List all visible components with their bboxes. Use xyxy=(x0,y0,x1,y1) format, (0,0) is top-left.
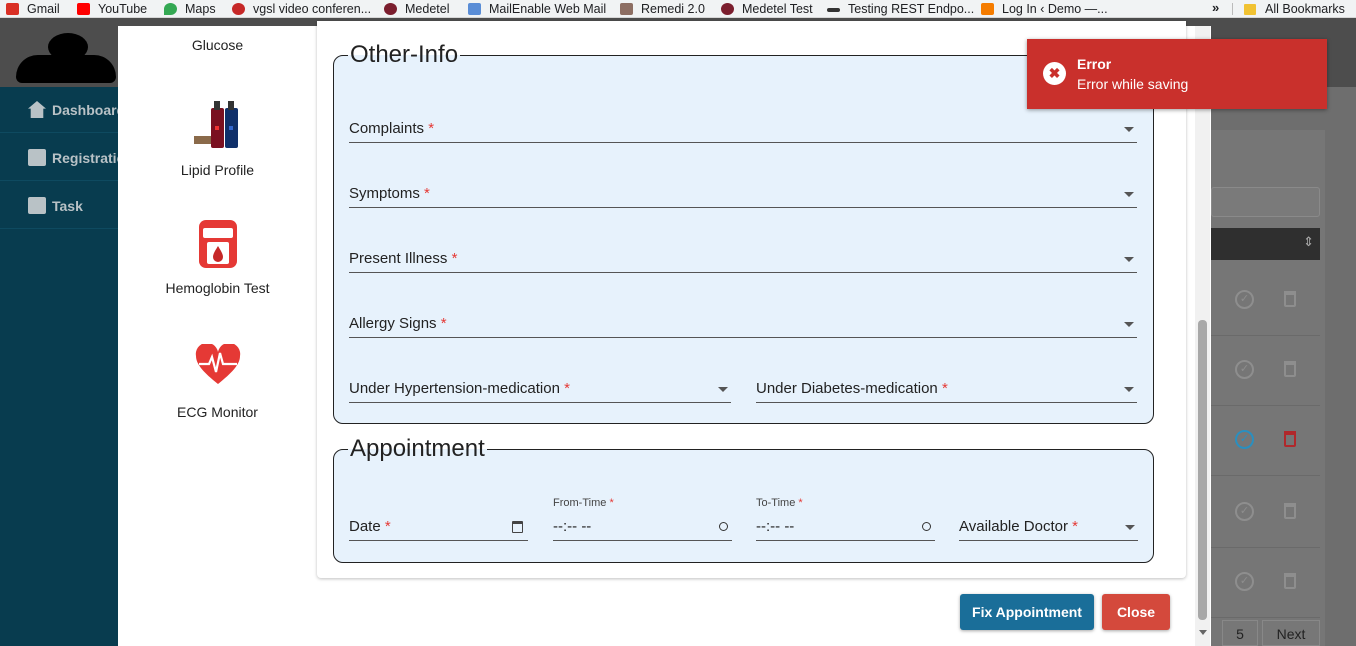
background-search-input[interactable] xyxy=(1211,187,1320,217)
heart-ecg-icon xyxy=(195,344,241,384)
date-input[interactable]: Date * xyxy=(349,515,528,541)
bookmarks-overflow-button[interactable]: » xyxy=(1212,0,1219,15)
table-row: ✓ xyxy=(1211,406,1320,476)
check-circle-icon[interactable]: ✓ xyxy=(1235,430,1254,449)
present-illness-select[interactable]: Present Illness * xyxy=(349,247,1137,273)
folder-icon xyxy=(1244,3,1256,15)
appointment-section: Appointment Date * From-Time * --:-- -- … xyxy=(333,435,1154,563)
trash-icon[interactable] xyxy=(1284,431,1296,447)
hypertension-medication-select[interactable]: Under Hypertension-medication * xyxy=(349,377,731,403)
sidebar-item-dashboard[interactable]: Dashboard xyxy=(0,87,118,133)
from-time-label: From-Time * xyxy=(553,497,614,509)
appointment-legend: Appointment xyxy=(350,435,485,462)
chevron-down-icon xyxy=(1124,127,1134,132)
chevron-down-icon xyxy=(1125,525,1135,530)
vgsl-icon xyxy=(232,3,245,15)
to-time-input[interactable]: --:-- -- xyxy=(756,515,935,541)
mail-icon xyxy=(468,3,481,15)
test-ecg-monitor[interactable]: ECG Monitor xyxy=(118,342,317,428)
medetel-test-icon xyxy=(721,3,734,15)
bookmark-mailenable[interactable]: MailEnable Web Mail xyxy=(468,0,606,18)
sidebar: Dashboard Registration Task xyxy=(0,87,118,646)
chevron-down-icon xyxy=(1124,387,1134,392)
check-circle-icon[interactable]: ✓ xyxy=(1235,360,1254,379)
test-glucose[interactable]: Glucose xyxy=(118,26,317,66)
book-icon xyxy=(28,149,46,166)
table-row: ✓ xyxy=(1211,266,1320,336)
scroll-down-icon[interactable] xyxy=(1199,630,1207,635)
bookmark-medetel-test[interactable]: Medetel Test xyxy=(721,0,813,18)
table-row: ✓ xyxy=(1211,336,1320,406)
bookmark-gmail[interactable]: Gmail xyxy=(6,0,60,18)
chevron-down-icon xyxy=(1124,257,1134,262)
bookmark-medetel[interactable]: Medetel xyxy=(384,0,449,18)
symptoms-select[interactable]: Symptoms * xyxy=(349,182,1137,208)
diabetes-medication-select[interactable]: Under Diabetes-medication * xyxy=(756,377,1137,403)
error-toast[interactable]: ✖ Error Error while saving xyxy=(1027,39,1327,109)
trash-icon[interactable] xyxy=(1284,573,1296,589)
allergy-signs-select[interactable]: Allergy Signs * xyxy=(349,312,1137,338)
calendar-icon[interactable] xyxy=(512,521,523,533)
medetel-icon xyxy=(384,3,397,15)
check-circle-icon[interactable]: ✓ xyxy=(1235,572,1254,591)
fix-appointment-button[interactable]: Fix Appointment xyxy=(960,594,1094,630)
test-list: Glucose Lipid Profile Hemoglobin Test EC… xyxy=(118,26,317,646)
toast-message: Error while saving xyxy=(1077,76,1189,92)
bookmarks-bar: Gmail YouTube Maps vgsl video conferen..… xyxy=(0,0,1356,18)
table-row: ✓ xyxy=(1211,478,1320,548)
scrollbar-thumb[interactable] xyxy=(1198,320,1207,620)
chevron-down-icon xyxy=(1124,322,1134,327)
login-icon xyxy=(981,3,994,15)
close-button[interactable]: Close xyxy=(1102,594,1170,630)
table-row: ✓ xyxy=(1211,548,1320,618)
chevron-down-icon xyxy=(718,387,728,392)
sidebar-item-registration[interactable]: Registration xyxy=(0,135,118,181)
bookmark-testing-rest[interactable]: Testing REST Endpo... xyxy=(827,0,974,18)
to-time-label: To-Time * xyxy=(756,497,803,509)
error-icon: ✖ xyxy=(1043,62,1066,85)
all-bookmarks-button[interactable]: All Bookmarks xyxy=(1244,0,1345,18)
bookmark-youtube[interactable]: YouTube xyxy=(77,0,147,18)
from-time-input[interactable]: --:-- -- xyxy=(553,515,732,541)
trash-icon[interactable] xyxy=(1284,361,1296,377)
other-info-legend: Other-Info xyxy=(350,41,459,68)
chevron-down-icon xyxy=(1124,192,1134,197)
bookmark-login-demo[interactable]: Log In ‹ Demo —... xyxy=(981,0,1108,18)
check-circle-icon[interactable]: ✓ xyxy=(1235,290,1254,309)
hemoglobin-device-icon xyxy=(199,220,237,268)
pagination-page[interactable]: 5 xyxy=(1222,620,1258,646)
clock-icon[interactable] xyxy=(719,522,728,531)
bookmark-maps[interactable]: Maps xyxy=(164,0,216,18)
rest-icon xyxy=(827,8,840,12)
trash-icon[interactable] xyxy=(1284,291,1296,307)
clock-icon[interactable] xyxy=(922,522,931,531)
bookmark-remedi[interactable]: Remedi 2.0 xyxy=(620,0,705,18)
background-table-header: ⇕ xyxy=(1211,228,1320,260)
pagination-next[interactable]: Next xyxy=(1262,620,1320,646)
trash-icon[interactable] xyxy=(1284,503,1296,519)
complaints-select[interactable]: Complaints * xyxy=(349,117,1137,143)
toast-title: Error xyxy=(1077,56,1112,72)
youtube-icon xyxy=(77,3,90,15)
available-doctor-select[interactable]: Available Doctor * xyxy=(959,515,1138,541)
gmail-icon xyxy=(6,3,19,15)
maps-icon xyxy=(164,3,177,15)
home-icon xyxy=(28,101,46,118)
sort-icon[interactable]: ⇕ xyxy=(1303,234,1314,249)
user-avatar-icon xyxy=(14,33,118,83)
bookmarks-divider xyxy=(1232,3,1233,15)
appointment-modal: Glucose Lipid Profile Hemoglobin Test EC… xyxy=(118,21,1211,646)
test-hemoglobin[interactable]: Hemoglobin Test xyxy=(118,216,317,302)
lipid-device-icon xyxy=(194,101,238,148)
book-icon xyxy=(28,197,46,214)
test-lipid-profile[interactable]: Lipid Profile xyxy=(118,96,317,182)
remedi-icon xyxy=(620,3,633,15)
check-circle-icon[interactable]: ✓ xyxy=(1235,502,1254,521)
bookmark-vgsl[interactable]: vgsl video conferen... xyxy=(232,0,371,18)
sidebar-item-task[interactable]: Task xyxy=(0,183,118,229)
